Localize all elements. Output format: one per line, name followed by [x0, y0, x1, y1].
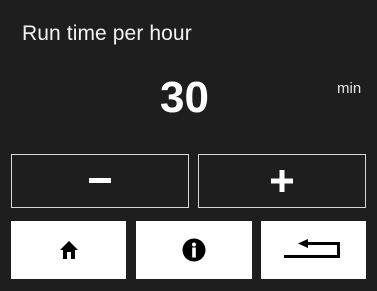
home-button[interactable]	[11, 221, 126, 279]
plus-icon	[271, 170, 293, 192]
page-title: Run time per hour	[22, 22, 192, 45]
home-icon	[59, 241, 78, 259]
unit-label: min	[337, 80, 362, 97]
back-button[interactable]	[261, 221, 366, 279]
return-arrow-icon	[283, 239, 340, 258]
decrease-button[interactable]	[11, 154, 189, 208]
increase-button[interactable]	[198, 154, 366, 208]
info-icon	[182, 238, 206, 262]
run-time-value: 30	[160, 73, 209, 122]
info-button[interactable]	[136, 221, 252, 279]
run-time-screen: Run time per hour 30 min	[0, 0, 377, 291]
minus-icon	[89, 178, 111, 183]
